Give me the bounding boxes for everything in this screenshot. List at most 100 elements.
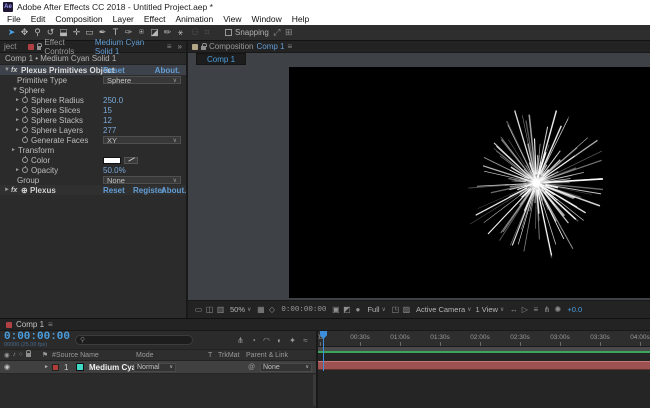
panel-menu-icon[interactable]: ≡ [48,320,53,329]
twirl-right-icon[interactable]: ► [3,187,11,193]
fx-badge-icon[interactable]: fx [11,67,21,74]
layer-expand-icon[interactable]: ► [44,364,49,370]
menu-item[interactable]: Layer [108,14,139,24]
viewer-tab-comp1[interactable]: Comp 1 [196,53,247,65]
view-layout-dropdown[interactable]: 1 View [476,305,505,314]
playhead[interactable] [320,331,327,371]
generate-faces-dropdown[interactable]: XY [103,136,181,145]
trkmat-column-header[interactable]: TrkMat [218,352,240,359]
snapping-checkbox[interactable] [225,29,232,36]
transparency-grid-icon[interactable]: ▨ [401,305,412,314]
timeline-scrollbar[interactable] [313,374,316,406]
menu-bar[interactable]: File Edit Composition Layer Effect Animation V… [0,13,650,25]
text-tool-icon[interactable]: T [109,27,122,37]
show-snapshot-icon[interactable]: ◩ [341,305,352,314]
work-area-bar[interactable] [318,347,650,353]
expand-icon[interactable]: ► [15,97,22,103]
lock-icon[interactable] [25,350,32,357]
magnification-icon[interactable]: ▥ [215,305,226,314]
layer-label-color[interactable] [52,363,59,371]
always-preview-icon[interactable]: ▭ [193,305,204,314]
effect-header-plexus[interactable]: ► fx ⊕ Plexus Reset Register About... [0,185,186,195]
panel-menu-icon[interactable]: ≡ [167,42,172,51]
twirl-down-icon[interactable]: ▼ [11,87,19,93]
eyedropper-icon[interactable] [124,156,138,164]
menu-item[interactable]: View [218,14,246,24]
menu-item[interactable]: Composition [50,14,107,24]
brush-tool-icon[interactable]: ✑ [122,27,135,38]
reset-exposure-icon[interactable]: ✺ [552,305,563,314]
sphere-layers-value[interactable]: 277 [103,126,116,135]
reset-link[interactable]: Reset [103,66,125,75]
camera-tool-icon[interactable]: ⬓ [57,27,70,38]
preview-timecode[interactable]: 0:00:00:00 [281,306,326,314]
graph-editor-icon[interactable]: ≈ [299,336,312,345]
region-of-interest-icon[interactable]: ◳ [390,305,401,314]
menu-item[interactable]: Animation [170,14,218,24]
effect-name[interactable]: Plexus Primitives Object [21,66,114,75]
row-sphere-group[interactable]: ▼ Sphere [0,85,186,95]
eye-icon[interactable]: ◉ [4,351,10,359]
stopwatch-icon[interactable] [22,106,28,113]
primary-viewer-icon[interactable]: ◫ [204,305,215,314]
stopwatch-icon[interactable] [22,126,28,133]
shape-tool-icon[interactable]: ▭ [83,27,96,38]
expand-icon[interactable]: ► [11,147,18,153]
menu-item[interactable]: Help [287,14,314,24]
composition-viewer[interactable]: Comp 1 [188,53,650,300]
expand-icon[interactable]: ► [15,117,22,123]
eraser-tool-icon[interactable]: ◪ [148,27,161,38]
sphere-stacks-value[interactable]: 12 [103,116,112,125]
composition-tab[interactable]: Composition [209,42,253,51]
grid-guides-icon[interactable]: ▦ [255,305,266,314]
brainstorm-icon[interactable]: ✦ [286,336,299,345]
layer-row-medium-cyan-solid[interactable]: ◉ ► 1 Medium Cyan Solid 1 Normal @ None [0,361,316,374]
about-link[interactable]: About. [155,66,180,75]
expand-icon[interactable]: ► [15,127,22,133]
stamp-tool-icon[interactable]: ⍟ [135,27,148,38]
exposure-value[interactable]: +0.0 [567,305,582,314]
time-ruler[interactable]: 0s 00:30s 01:00s 01:30s 02:00s 02:30s 03:00s 03… [318,331,650,347]
parent-link-column-header[interactable]: Parent & Link [246,352,288,359]
twirl-down-icon[interactable]: ▼ [3,67,11,73]
frame-blending-icon[interactable]: ◠ [260,336,273,345]
timeline-button-icon[interactable]: ≡ [530,305,541,314]
effect-name[interactable]: Plexus [30,186,56,195]
lock-icon[interactable] [36,42,42,50]
layer-duration-bar[interactable] [318,361,650,370]
sphere-radius-value[interactable]: 250.0 [103,96,123,105]
magnification-dropdown[interactable]: 50% [230,305,251,314]
hand-tool-icon[interactable]: ✥ [18,27,31,38]
composition-frame[interactable] [289,67,650,298]
project-tab-partial[interactable]: ject [4,42,16,51]
color-swatch[interactable] [103,156,121,164]
stopwatch-icon[interactable] [22,116,28,123]
channels-icon[interactable]: ● [352,305,363,314]
menu-item[interactable]: File [2,14,26,24]
pan-behind-tool-icon[interactable]: ✛ [70,27,83,38]
expand-icon[interactable]: ► [15,167,22,173]
reset-link[interactable]: Reset [103,186,125,195]
fx-badge-icon[interactable]: fx [11,187,21,194]
parent-dropdown[interactable]: None [260,362,312,372]
snapping-toggle[interactable]: Snapping [225,28,269,37]
motion-blur-icon[interactable]: ◐ [273,336,286,345]
lock-icon[interactable] [201,42,207,50]
stopwatch-icon[interactable] [22,96,28,103]
flowchart-button-icon[interactable]: ⋔ [541,305,552,314]
pickwhip-icon[interactable]: @ [248,364,255,371]
primitive-type-dropdown[interactable]: Sphere [103,76,181,85]
row-transform-group[interactable]: ► Transform [0,145,186,155]
stopwatch-icon[interactable] [22,136,28,143]
puppet-tool-icon[interactable]: ⚹ [174,27,187,38]
label-column-icon[interactable]: ⚑ [38,351,52,359]
stopwatch-icon[interactable] [22,166,28,173]
composition-tab-target[interactable]: Comp 1 [256,42,284,51]
rotate-tool-icon[interactable]: ↺ [44,27,57,38]
snapshot-icon[interactable]: ▣ [330,305,341,314]
timeline-search-input[interactable]: ⚲ [75,335,194,345]
mask-visibility-icon[interactable]: ◇ [266,305,277,314]
t-column-header[interactable]: T [208,352,212,359]
audio-icon[interactable]: ♪ [13,351,16,359]
mask-expand-icon[interactable]: ⊞ [283,27,295,38]
